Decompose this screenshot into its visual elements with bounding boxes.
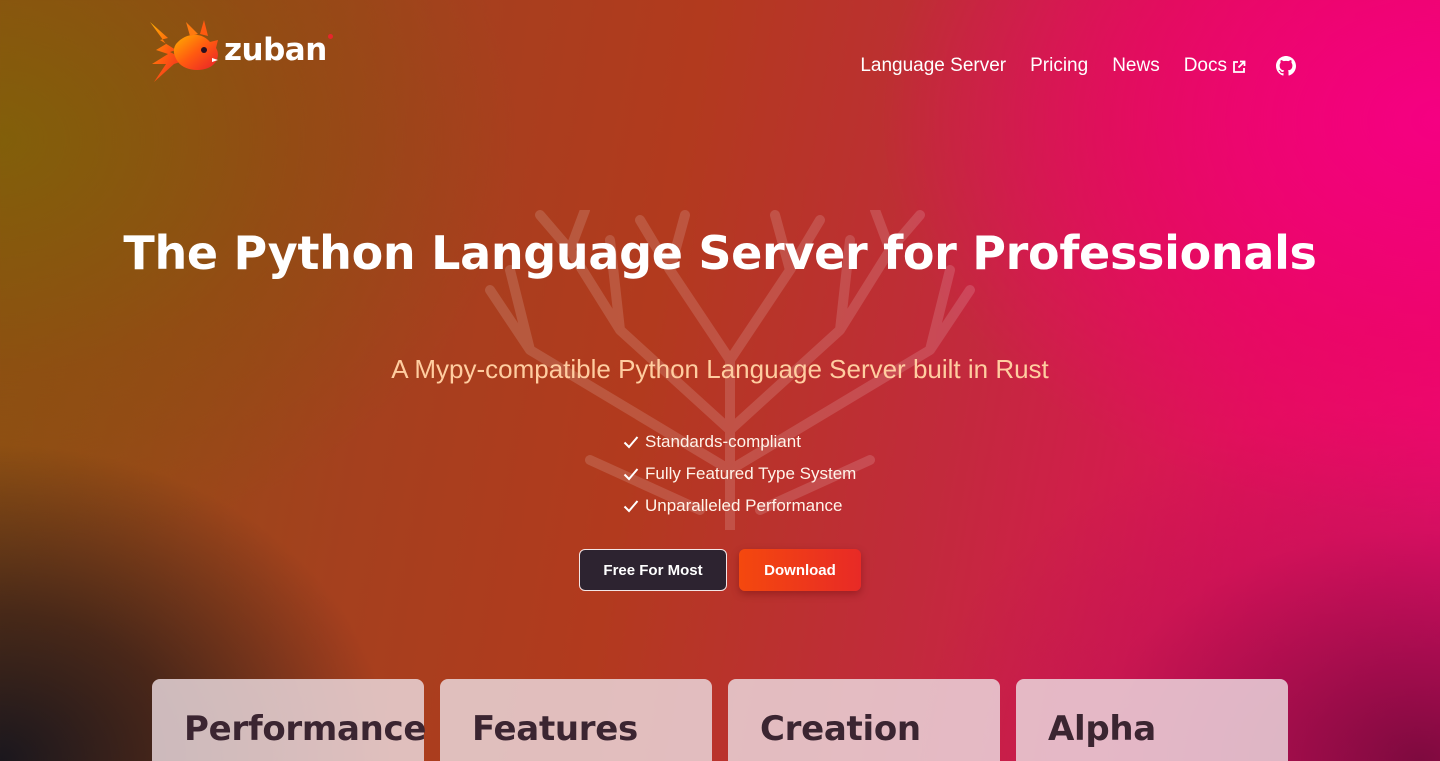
nav-label: Language Server — [860, 55, 1007, 76]
nav-pricing[interactable]: Pricing — [1030, 55, 1088, 77]
hero-subtitle: A Mypy-compatible Python Language Server… — [391, 354, 1049, 384]
rabbit-logo-icon — [150, 20, 218, 82]
github-icon — [1276, 56, 1296, 76]
github-link[interactable] — [1276, 56, 1296, 76]
check-icon — [623, 436, 639, 449]
nav-docs[interactable]: Docs — [1184, 55, 1246, 77]
nav-label: News — [1112, 55, 1160, 76]
feature-label: Standards-compliant — [645, 432, 801, 451]
card-title: Performance — [184, 709, 427, 749]
hero-title: The Python Language Server for Professio… — [123, 226, 1317, 280]
hero-buttons: Free For Most Download — [579, 549, 861, 591]
brand-name: zuban — [224, 32, 333, 68]
card-features[interactable]: Features — [440, 679, 712, 761]
card-title: Features — [472, 709, 638, 749]
card-title: Alpha — [1048, 709, 1156, 749]
main-nav: Language Server Pricing News Docs — [860, 55, 1296, 77]
nav-label: Pricing — [1030, 55, 1089, 76]
card-performance[interactable]: Performance — [152, 679, 427, 761]
nav-news[interactable]: News — [1112, 55, 1160, 77]
card-title: Creation — [760, 709, 921, 749]
download-button[interactable]: Download — [739, 549, 861, 591]
brand-dot — [327, 34, 333, 39]
brand-logo[interactable]: zuban — [146, 18, 333, 88]
list-item: Unparalleled Performance — [623, 490, 856, 522]
list-item: Fully Featured Type System — [623, 458, 856, 490]
nav-language-server[interactable]: Language Server — [860, 55, 1006, 77]
info-cards: Performance Features Creation Alpha — [152, 679, 1288, 761]
list-item: Standards-compliant — [623, 426, 856, 458]
site-header: zuban Language Server Pricing News Docs — [0, 0, 1440, 120]
check-icon — [623, 500, 639, 513]
feature-label: Unparalleled Performance — [645, 496, 843, 515]
external-link-icon — [1233, 60, 1246, 73]
check-icon — [623, 468, 639, 481]
feature-label: Fully Featured Type System — [645, 464, 857, 483]
feature-list: Standards-compliant Fully Featured Type … — [623, 426, 856, 522]
card-alpha[interactable]: Alpha — [1016, 679, 1288, 761]
free-for-most-button[interactable]: Free For Most — [579, 549, 727, 591]
card-creation[interactable]: Creation — [728, 679, 1000, 761]
nav-label: Docs — [1183, 55, 1227, 76]
